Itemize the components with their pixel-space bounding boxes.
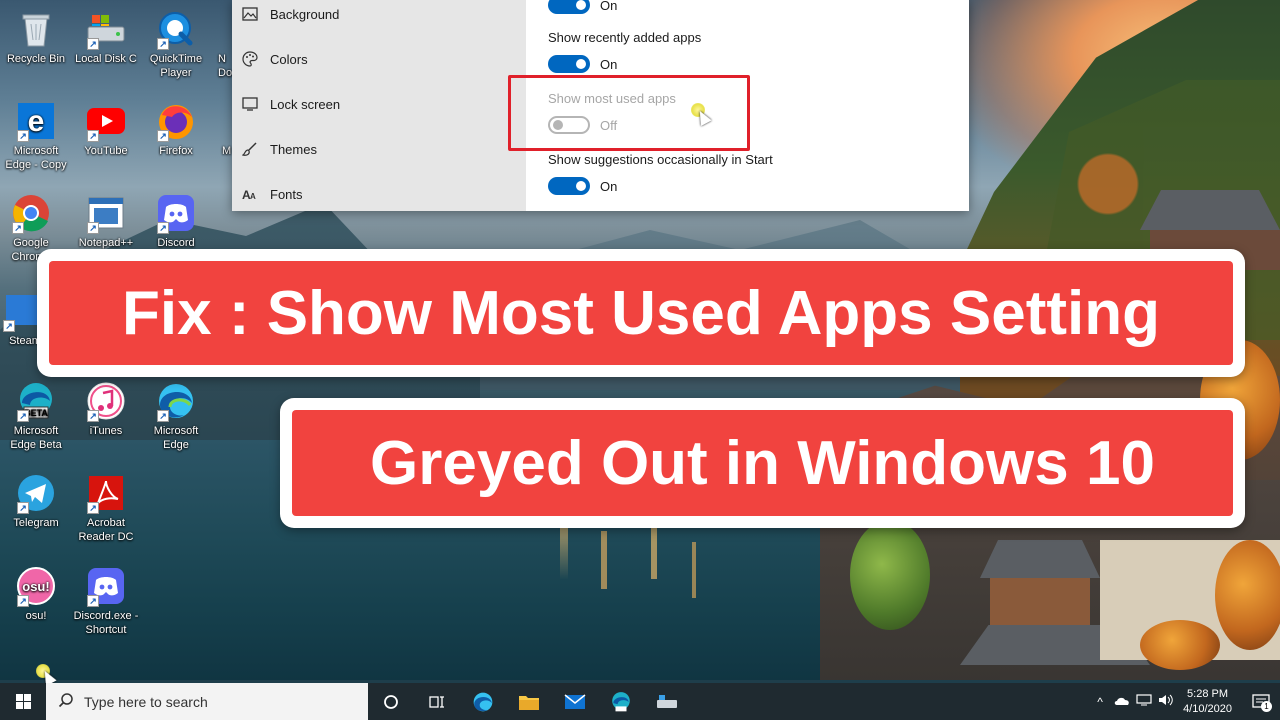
title-banner-line2: Greyed Out in Windows 10 bbox=[280, 398, 1245, 528]
local-disk-icon: ↗ bbox=[85, 8, 127, 50]
desktop-icon-edge-copy[interactable]: e ↗ Microsoft Edge - Copy bbox=[1, 100, 71, 172]
toggle-state-suggestions: On bbox=[600, 179, 618, 194]
cortana-button[interactable] bbox=[368, 683, 414, 720]
youtube-icon: ↗ bbox=[85, 100, 127, 142]
desktop-icon-acrobat[interactable]: ↗ Acrobat Reader DC bbox=[71, 472, 141, 544]
osu-icon: osu! ↗ bbox=[15, 565, 57, 607]
task-view-icon bbox=[429, 695, 444, 708]
task-view-button[interactable] bbox=[414, 683, 460, 720]
clock-time: 5:28 PM bbox=[1187, 687, 1229, 700]
nav-item-background[interactable]: Background bbox=[232, 0, 526, 36]
desktop-icon-document[interactable]: N Doc bbox=[206, 8, 232, 80]
desktop-icon-itunes[interactable]: ↗ iTunes bbox=[71, 380, 141, 438]
desktop-icon-telegram[interactable]: ↗ Telegram bbox=[1, 472, 71, 530]
taskbar-search-box[interactable]: Type here to search bbox=[46, 683, 368, 720]
app-icon bbox=[206, 100, 232, 142]
start-button[interactable] bbox=[0, 683, 46, 720]
svg-text:osu!: osu! bbox=[22, 579, 49, 594]
recycle-bin-icon bbox=[15, 8, 57, 50]
nav-item-fonts[interactable]: AA Fonts bbox=[232, 172, 526, 216]
top-toggle-switch[interactable] bbox=[548, 0, 590, 14]
mail-icon bbox=[564, 693, 586, 709]
nav-item-lock-screen[interactable]: Lock screen bbox=[232, 82, 526, 126]
picture-icon bbox=[242, 6, 258, 22]
itunes-icon: ↗ bbox=[85, 380, 127, 422]
volume-icon[interactable] bbox=[1155, 694, 1177, 709]
desktop-icon-osu[interactable]: osu! ↗ osu! bbox=[1, 565, 71, 623]
desktop-icon-discord-shortcut[interactable]: ↗ Discord.exe - Shortcut bbox=[71, 565, 141, 637]
search-placeholder: Type here to search bbox=[84, 693, 208, 710]
chevron-up-icon[interactable]: ^ bbox=[1089, 695, 1111, 709]
settings-nav-pane: Background Colors Lock screen Themes AA … bbox=[232, 0, 526, 211]
setting-label-suggestions: Show suggestions occasionally in Start bbox=[548, 152, 773, 167]
taskbar-edge-beta[interactable] bbox=[598, 683, 644, 720]
desktop-icon-quicktime[interactable]: ↗ QuickTime Player bbox=[141, 8, 211, 80]
desktop-icon-firefox[interactable]: ↗ Firefox bbox=[141, 100, 211, 158]
edge-icon bbox=[473, 692, 493, 711]
desktop-icon-discord[interactable]: ↗ Discord bbox=[141, 192, 211, 252]
palette-icon bbox=[242, 51, 258, 67]
title-text-line2: Greyed Out in Windows 10 bbox=[292, 410, 1233, 516]
taskbar-mail[interactable] bbox=[552, 683, 598, 720]
edge-beta-icon bbox=[612, 691, 630, 711]
acrobat-icon: ↗ bbox=[85, 472, 127, 514]
chrome-icon: ↗ bbox=[10, 192, 52, 234]
onedrive-icon[interactable] bbox=[1111, 695, 1133, 709]
svg-text:A: A bbox=[250, 192, 256, 201]
windows-logo-icon bbox=[15, 694, 31, 709]
nav-item-colors[interactable]: Colors bbox=[232, 37, 526, 81]
firefox-icon: ↗ bbox=[155, 100, 197, 142]
svg-text:e: e bbox=[28, 105, 45, 138]
title-banner-line1: Fix : Show Most Used Apps Setting bbox=[37, 249, 1245, 377]
desktop-icon-recycle-bin[interactable]: Recycle Bin bbox=[1, 8, 71, 66]
taskbar: Type here to search ^ 5:28 PM 4/10/2020 bbox=[0, 683, 1280, 720]
desktop-icon-youtube[interactable]: ↗ YouTube bbox=[71, 100, 141, 158]
folder-icon bbox=[519, 695, 539, 710]
steam-icon: ↗ bbox=[1, 290, 41, 332]
toggle-show-suggestions[interactable] bbox=[548, 177, 590, 195]
setting-label-recently-added: Show recently added apps bbox=[548, 30, 702, 45]
brush-icon bbox=[242, 141, 258, 157]
taskbar-clock[interactable]: 5:28 PM 4/10/2020 bbox=[1183, 687, 1232, 717]
toggle-state-recently-added: On bbox=[600, 57, 618, 72]
taskbar-file-explorer[interactable] bbox=[506, 683, 552, 720]
title-text-line1: Fix : Show Most Used Apps Setting bbox=[49, 261, 1233, 365]
telegram-icon: ↗ bbox=[15, 472, 57, 514]
network-icon[interactable] bbox=[1133, 694, 1155, 709]
action-center-button[interactable]: 1 bbox=[1242, 683, 1280, 720]
desktop-icon-edge[interactable]: ↗ Microsoft Edge bbox=[141, 380, 211, 452]
edge-beta-icon: BETA ↗ bbox=[15, 380, 57, 422]
search-icon bbox=[58, 692, 74, 711]
lock-screen-icon bbox=[242, 96, 258, 112]
toggle-recently-added-apps[interactable] bbox=[548, 55, 590, 73]
discord-icon: ↗ bbox=[155, 192, 197, 234]
discord-icon: ↗ bbox=[85, 565, 127, 607]
font-icon: AA bbox=[242, 186, 258, 202]
clock-date: 4/10/2020 bbox=[1183, 702, 1232, 715]
desktop-icon-notepad[interactable]: ↗ Notepad++ bbox=[71, 192, 141, 252]
nav-item-themes[interactable]: Themes bbox=[232, 127, 526, 171]
desktop-icon-steam[interactable]: ↗ Steam bbox=[1, 290, 41, 348]
document-icon bbox=[214, 8, 232, 50]
drive-icon bbox=[657, 694, 677, 708]
edge-legacy-icon: e ↗ bbox=[15, 100, 57, 142]
system-tray: ^ 5:28 PM 4/10/2020 1 bbox=[1089, 683, 1280, 720]
quicktime-icon: ↗ bbox=[155, 8, 197, 50]
notepad-icon: ↗ bbox=[85, 192, 127, 234]
desktop-icon-edge-beta[interactable]: BETA ↗ Microsoft Edge Beta bbox=[1, 380, 71, 452]
taskbar-edge[interactable] bbox=[460, 683, 506, 720]
edge-icon: ↗ bbox=[155, 380, 197, 422]
desktop-icon-app[interactable]: M bbox=[206, 100, 232, 158]
cortana-icon bbox=[384, 694, 398, 709]
highlight-box bbox=[508, 75, 750, 151]
notification-badge: 1 bbox=[1261, 701, 1272, 712]
top-toggle-state: On bbox=[600, 0, 618, 13]
taskbar-drive[interactable] bbox=[644, 683, 690, 720]
desktop-icon-local-disk[interactable]: ↗ Local Disk C bbox=[71, 8, 141, 66]
